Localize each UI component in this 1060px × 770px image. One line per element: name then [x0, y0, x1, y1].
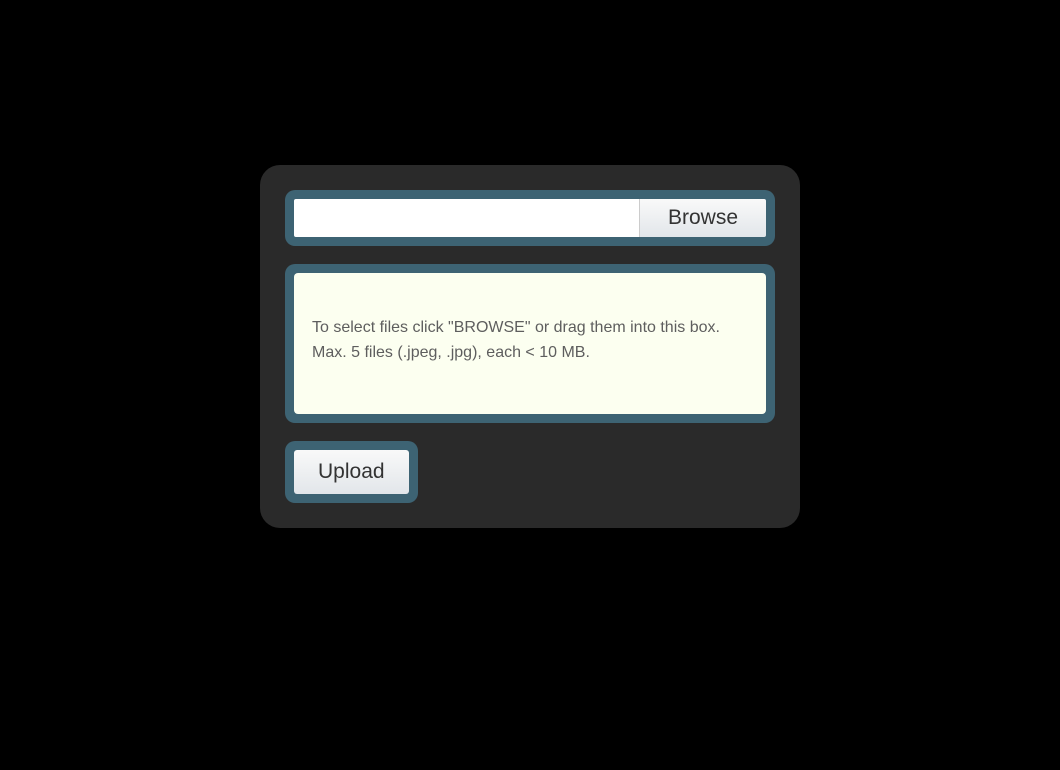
upload-button[interactable]: Upload — [294, 450, 409, 494]
browse-button[interactable]: Browse — [639, 199, 766, 237]
dropzone-wrapper: To select files click "BROWSE" or drag t… — [285, 264, 775, 423]
upload-button-wrapper: Upload — [285, 441, 418, 503]
dropzone-instruction-line2: Max. 5 files (.jpeg, .jpg), each < 10 MB… — [312, 343, 748, 364]
upload-panel: Browse To select files click "BROWSE" or… — [260, 165, 800, 528]
file-dropzone[interactable]: To select files click "BROWSE" or drag t… — [294, 273, 766, 414]
dropzone-instruction-line1: To select files click "BROWSE" or drag t… — [312, 318, 748, 339]
file-path-input[interactable] — [294, 199, 639, 237]
file-input-wrapper: Browse — [285, 190, 775, 246]
